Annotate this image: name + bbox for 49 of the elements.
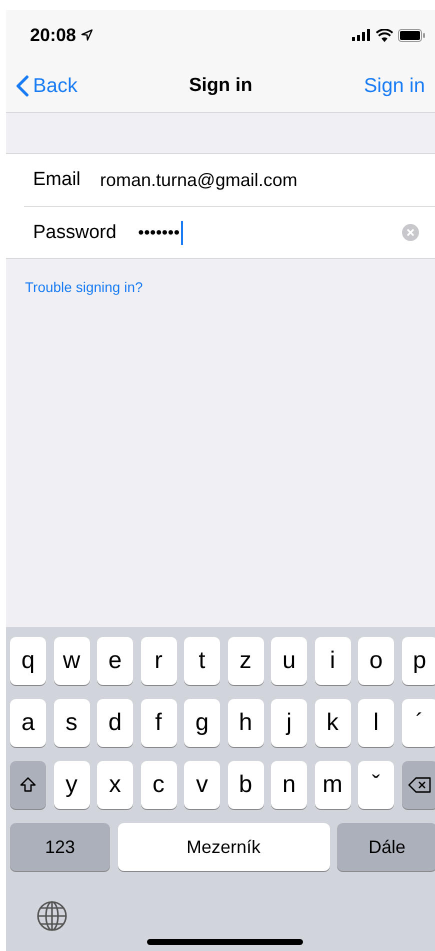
globe-icon[interactable]	[36, 900, 68, 932]
letter-key[interactable]: s	[54, 699, 90, 747]
letter-key[interactable]: x	[97, 761, 133, 809]
screen-title: Sign in	[188, 75, 254, 97]
letter-key[interactable]: f	[140, 699, 176, 747]
backspace-key[interactable]	[402, 761, 435, 809]
letter-key[interactable]: p	[402, 637, 435, 685]
letter-key[interactable]: l	[358, 699, 394, 747]
letter-key[interactable]: ´	[402, 699, 435, 747]
letter-key[interactable]: h	[228, 699, 264, 747]
letter-key[interactable]: o	[358, 637, 394, 685]
back-button[interactable]: Back	[16, 74, 78, 98]
letter-key[interactable]: r	[140, 637, 176, 685]
letter-key[interactable]: u	[271, 637, 307, 685]
letter-key[interactable]: z	[228, 637, 264, 685]
letter-key[interactable]: k	[314, 699, 350, 747]
letter-key[interactable]: t	[184, 637, 220, 685]
letter-key[interactable]: y	[54, 761, 90, 809]
wifi-icon	[376, 28, 393, 42]
shift-icon	[19, 776, 37, 794]
field-label: Password	[32, 222, 118, 244]
letter-key[interactable]: v	[184, 761, 220, 809]
backspace-icon	[408, 776, 432, 794]
letter-key[interactable]: w	[54, 637, 90, 685]
letter-key[interactable]: j	[271, 699, 307, 747]
chevron-left-icon	[16, 75, 29, 97]
letter-key[interactable]: g	[184, 699, 220, 747]
sign-in-button[interactable]: Sign in	[364, 74, 425, 98]
location-icon	[81, 29, 94, 41]
letter-key[interactable]: q	[10, 637, 46, 685]
letter-key[interactable]: c	[140, 761, 176, 809]
numbers-key[interactable]: 123	[10, 823, 110, 871]
letter-key[interactable]: b	[228, 761, 264, 809]
letter-key[interactable]: ˇ	[358, 761, 394, 809]
battery-icon	[398, 28, 425, 42]
return-key[interactable]: Dále	[337, 823, 435, 871]
letter-key[interactable]: m	[314, 761, 350, 809]
letter-key[interactable]: d	[97, 699, 133, 747]
field-label: Email	[32, 169, 82, 191]
space-key[interactable]: Mezerník	[118, 823, 330, 871]
letter-key[interactable]: a	[10, 699, 46, 747]
shift-key[interactable]	[10, 761, 46, 809]
clock-time: 20:08	[30, 24, 76, 46]
letter-key[interactable]: n	[271, 761, 307, 809]
input-field[interactable]: •••••••	[138, 218, 402, 248]
letter-key[interactable]: e	[97, 637, 133, 685]
signal-icon	[352, 29, 371, 41]
letter-key[interactable]: i	[314, 637, 350, 685]
input-field[interactable]: roman.turna@gmail.com	[100, 165, 419, 195]
